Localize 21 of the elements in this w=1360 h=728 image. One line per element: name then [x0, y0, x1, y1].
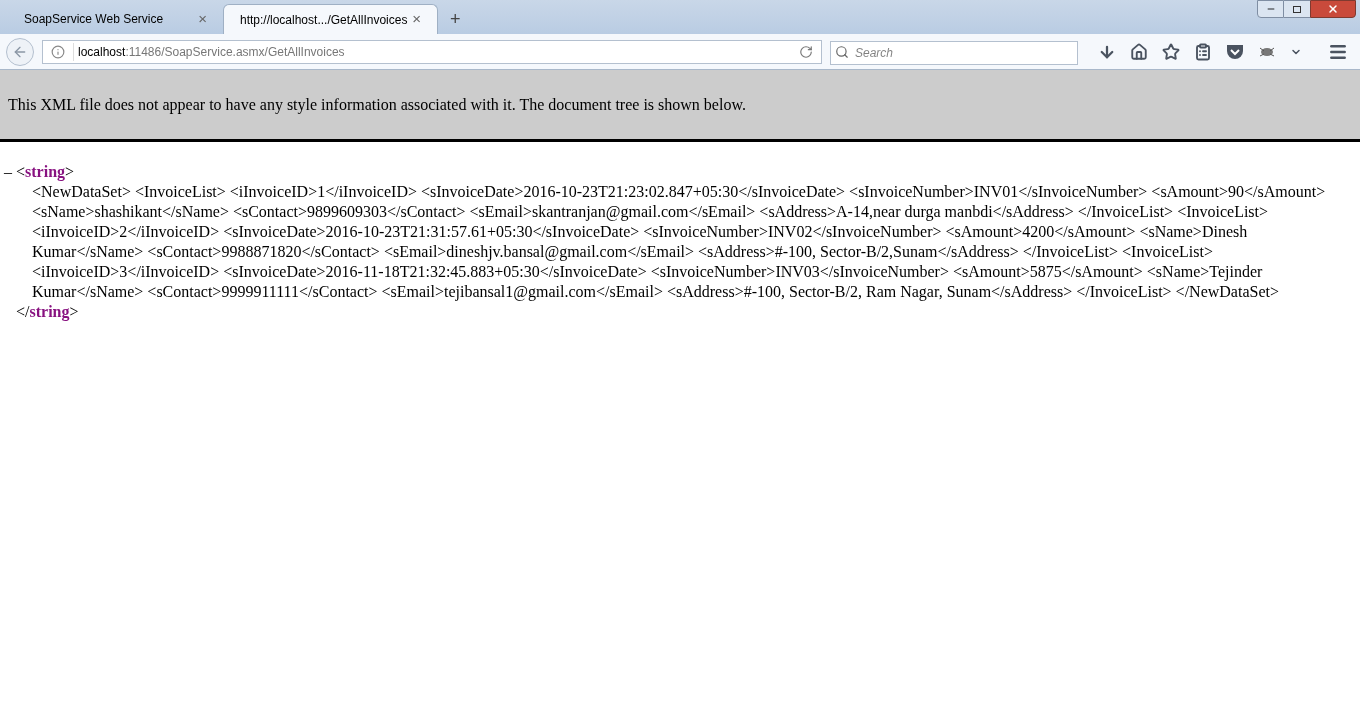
close-icon[interactable]: ×	[198, 7, 207, 31]
new-tab-button[interactable]: +	[438, 4, 473, 34]
close-button[interactable]	[1310, 0, 1356, 18]
home-icon[interactable]	[1130, 42, 1148, 61]
close-icon	[1327, 3, 1339, 15]
xml-notice: This XML file does not appear to have any style information associated with it. The document tree is shown below.	[8, 94, 746, 116]
info-icon	[51, 44, 65, 59]
collapse-toggle[interactable]: –	[4, 162, 16, 182]
browser-tab[interactable]: http://localhost.../GetAllInvoices ×	[223, 4, 438, 34]
pocket-icon[interactable]	[1226, 43, 1244, 60]
reload-icon	[799, 44, 813, 59]
xml-close-tag: </string>	[16, 303, 79, 320]
search-icon	[835, 44, 849, 59]
search-field[interactable]: Search	[830, 40, 1078, 65]
xml-content: <NewDataSet> <InvoiceList> <iInvoiceID>1</iInvoiceID> <sInvoiceDate>2016-10-23T21:23:02.847+05:30</sInvoiceDate> <sInvoiceNumber>INV01</sInvoiceNumber> <sAmount>90</sAmount> <sName>shashikant</sName> <sContact>9899609303</sContact> <sEmail>skantranjan@gmail.com</sEmail> <sAddress>A-14,near durga manbdi</sAddress> </InvoiceList> <InvoiceList> <iInvoiceID>2</iInvoiceID> <sInvoiceDate>2016-10-23T21:31:57.61+05:30</sInvoiceDate> <sInvoiceNumber>INV02</sInvoiceNumber> <sAmount>4200</sAmount> <sName>Dinesh Kumar</sName> <sContact>9988871820</sContact> <sEmail>dineshjv.bansal@gmail.com</sEmail> <sAddress>#-100, Sector-B/2,Sunam</sAddress> </InvoiceList> <InvoiceList> <iInvoiceID>3</iInvoiceID> <sInvoiceDate>2016-11-18T21:32:45.883+05:30</sInvoiceDate> <sInvoiceNumber>INV03</sInvoiceNumber> <sAmount>5875</sAmount> <sName>Tejinder Kumar</sName> <sContact>9999911111</sContact> <sEmail>tejibansal1@gmail.com</sEmail> <sAddress>#-100, Sector-B/2, Ram Nagar, Sunam</sAddress> </InvoiceList> </NewDataSet>	[32, 183, 1326, 300]
restore-button[interactable]	[1284, 0, 1310, 18]
browser-tab[interactable]: SoapService Web Service ×	[8, 4, 223, 34]
close-icon[interactable]: ×	[412, 8, 421, 31]
star-icon[interactable]	[1162, 42, 1180, 61]
clipboard-icon[interactable]	[1194, 42, 1212, 61]
xml-open-tag: <string>	[16, 162, 75, 182]
